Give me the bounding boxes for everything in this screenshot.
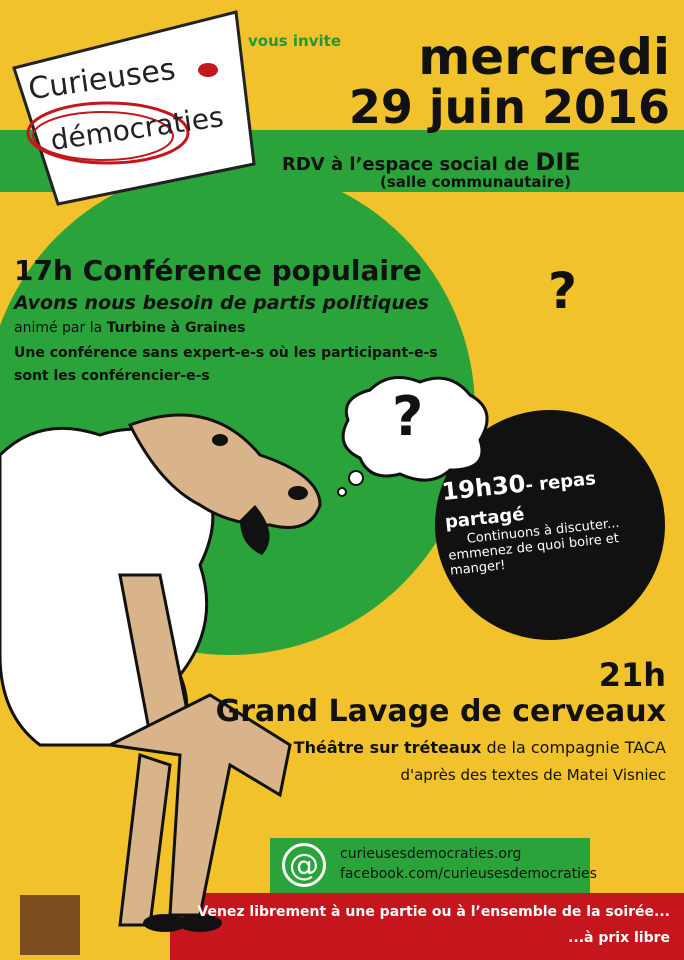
venue-room: (salle communautaire) (380, 173, 572, 191)
conference-description-2: sont les conférencier-e-s (14, 368, 210, 384)
thought-question-mark: ? (392, 385, 424, 448)
date-full: 29 juin 2016 (348, 80, 670, 134)
show-time: 21h (598, 656, 666, 694)
footer-line-1: Venez librement à une partie ou à l’ense… (197, 904, 670, 920)
conference-title: Conférence populaire (82, 254, 422, 287)
animated-prefix: animé par la (14, 320, 103, 336)
conference-animated: animé par la Turbine à Graines (14, 320, 245, 336)
venue-prefix: RDV à l’espace social de (282, 154, 530, 175)
show-author: d'après des textes de Matei Visniec (400, 766, 666, 784)
show-subtitle-strong: Théâtre sur tréteaux (293, 738, 482, 757)
invite-text: vous invite (248, 32, 341, 50)
venue-town: DIE (535, 148, 581, 176)
conference-description-1: Une conférence sans expert-e-s où les pa… (14, 345, 438, 361)
show-title: Grand Lavage de cerveaux (215, 694, 666, 729)
animated-by: Turbine à Graines (106, 320, 246, 336)
conference-question: Avons nous besoin de partis politiques (14, 292, 430, 314)
date-weekday: mercredi (418, 28, 670, 86)
event-poster: Curieuses démocraties vous invite mercre… (0, 0, 684, 960)
footer-line-2: ...à prix libre (568, 930, 670, 946)
website-link[interactable]: curieusesdemocraties.org (340, 846, 521, 862)
show-subtitle-rest: de la compagnie (486, 738, 620, 757)
at-icon: @ (282, 843, 326, 887)
show-company: TACA (624, 738, 666, 757)
venue-line: RDV à l’espace social de DIE (282, 148, 581, 176)
show-subtitle: Théâtre sur tréteaux de la compagnie TAC… (294, 738, 666, 757)
conference-time: 17h (14, 254, 73, 287)
conference-heading: 17h Conférence populaire (14, 254, 422, 287)
facebook-link[interactable]: facebook.com/curieusesdemocraties (340, 866, 597, 882)
conference-question-mark: ? (548, 262, 578, 320)
